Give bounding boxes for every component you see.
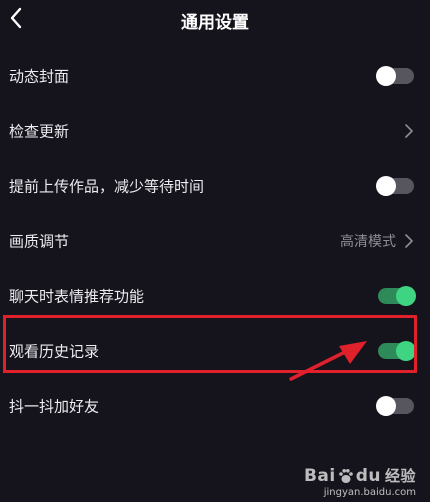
settings-list: 动态封面 检查更新 提前上传作品，减少等待时间 画质调节 高清模式 聊天时表情推…	[0, 48, 430, 433]
setting-label: 提前上传作品，减少等待时间	[9, 177, 205, 195]
pre-upload-toggle[interactable]	[376, 175, 414, 196]
toggle-knob	[396, 285, 416, 306]
baidu-jingyan-watermark: Bai du 经验 jingyan.baidu.com	[304, 465, 416, 499]
quality-value: 高清模式	[340, 233, 396, 250]
setting-label: 抖一抖加好友	[9, 397, 100, 415]
toggle-knob	[376, 175, 396, 196]
setting-control	[378, 285, 416, 306]
setting-video-quality[interactable]: 画质调节 高清模式	[0, 213, 430, 268]
setting-control	[376, 395, 414, 416]
toggle-knob	[376, 65, 396, 86]
watermark-brand-cn: 经验	[384, 467, 416, 485]
setting-dynamic-cover: 动态封面	[0, 48, 430, 103]
watermark-brand-right: du	[355, 465, 381, 486]
header: 通用设置	[0, 0, 430, 44]
setting-label: 聊天时表情推荐功能	[9, 287, 145, 305]
setting-label: 观看历史记录	[9, 342, 100, 360]
watermark-brand: Bai du 经验	[304, 465, 416, 486]
toggle-knob	[376, 395, 396, 416]
setting-control	[378, 340, 416, 361]
setting-shake-add-friend: 抖一抖加好友	[0, 378, 430, 433]
setting-label: 动态封面	[9, 67, 70, 85]
watch-history-toggle[interactable]	[378, 340, 416, 361]
setting-control: 高清模式	[340, 231, 414, 251]
setting-watch-history: 观看历史记录	[0, 323, 430, 378]
toggle-knob	[396, 340, 416, 361]
setting-control	[376, 175, 414, 196]
setting-label: 检查更新	[9, 122, 70, 140]
setting-emoji-recommend: 聊天时表情推荐功能	[0, 268, 430, 323]
setting-control	[404, 123, 414, 138]
watermark-brand-left: Bai	[303, 465, 336, 486]
emoji-recommend-toggle[interactable]	[378, 285, 416, 306]
setting-control	[376, 65, 414, 86]
setting-check-update[interactable]: 检查更新	[0, 103, 430, 158]
dynamic-cover-toggle[interactable]	[376, 65, 414, 86]
setting-label: 画质调节	[9, 232, 70, 250]
setting-pre-upload: 提前上传作品，减少等待时间	[0, 158, 430, 213]
page-title: 通用设置	[181, 13, 249, 33]
chevron-right-icon	[405, 123, 413, 138]
watermark-url: jingyan.baidu.com	[323, 487, 416, 498]
baidu-paw-icon	[338, 468, 353, 483]
chevron-right-icon	[405, 233, 413, 248]
shake-add-friend-toggle[interactable]	[376, 395, 414, 416]
